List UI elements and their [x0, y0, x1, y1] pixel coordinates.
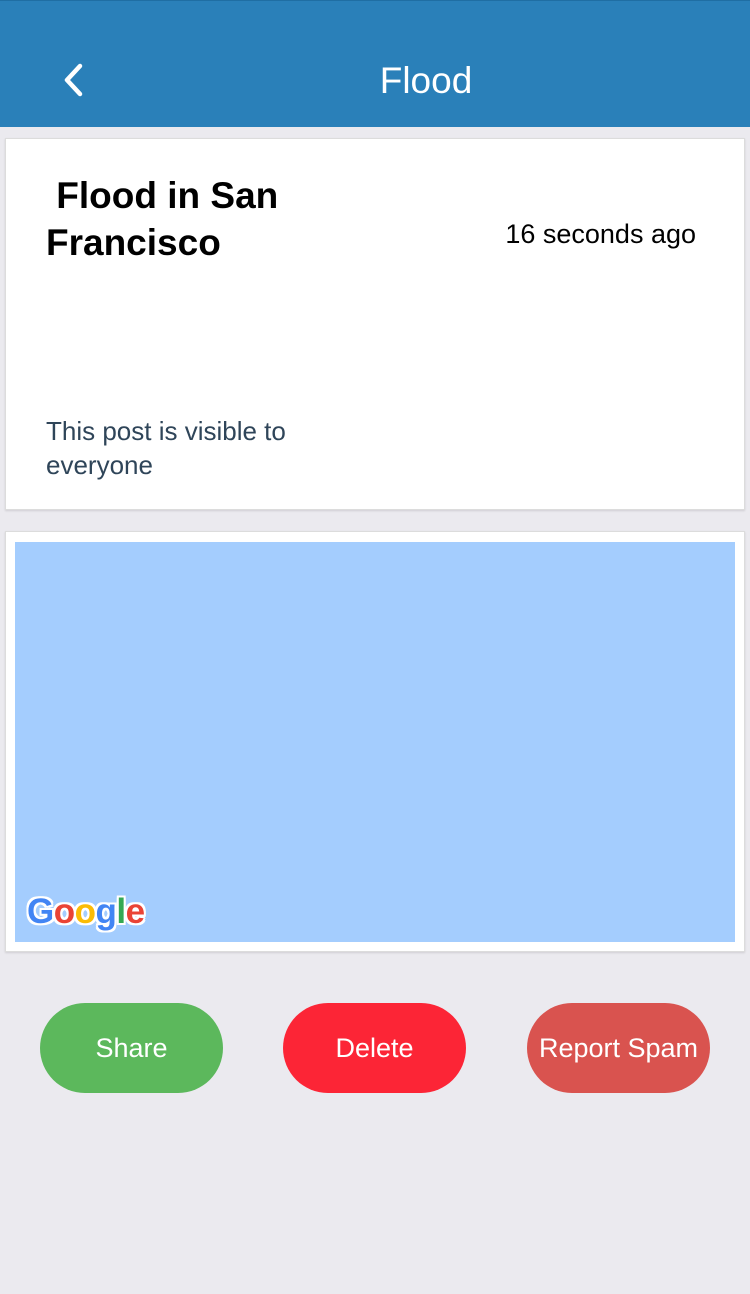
share-button[interactable]: Share — [40, 1003, 223, 1093]
post-visibility-text: This post is visible to everyone — [46, 416, 286, 480]
post-card: Flood in San Francisco 16 seconds ago Th… — [5, 138, 745, 510]
map-view[interactable]: Google — [15, 542, 735, 942]
nav-bar: Flood — [0, 0, 750, 127]
report-spam-button[interactable]: Report Spam — [527, 1003, 710, 1093]
post-timestamp: 16 seconds ago — [505, 219, 696, 249]
google-logo: Google — [27, 892, 145, 931]
page-title: Flood — [379, 60, 473, 101]
delete-button[interactable]: Delete — [283, 1003, 466, 1093]
map-card: Google — [5, 531, 745, 952]
post-title: Flood in San Francisco — [46, 175, 279, 263]
